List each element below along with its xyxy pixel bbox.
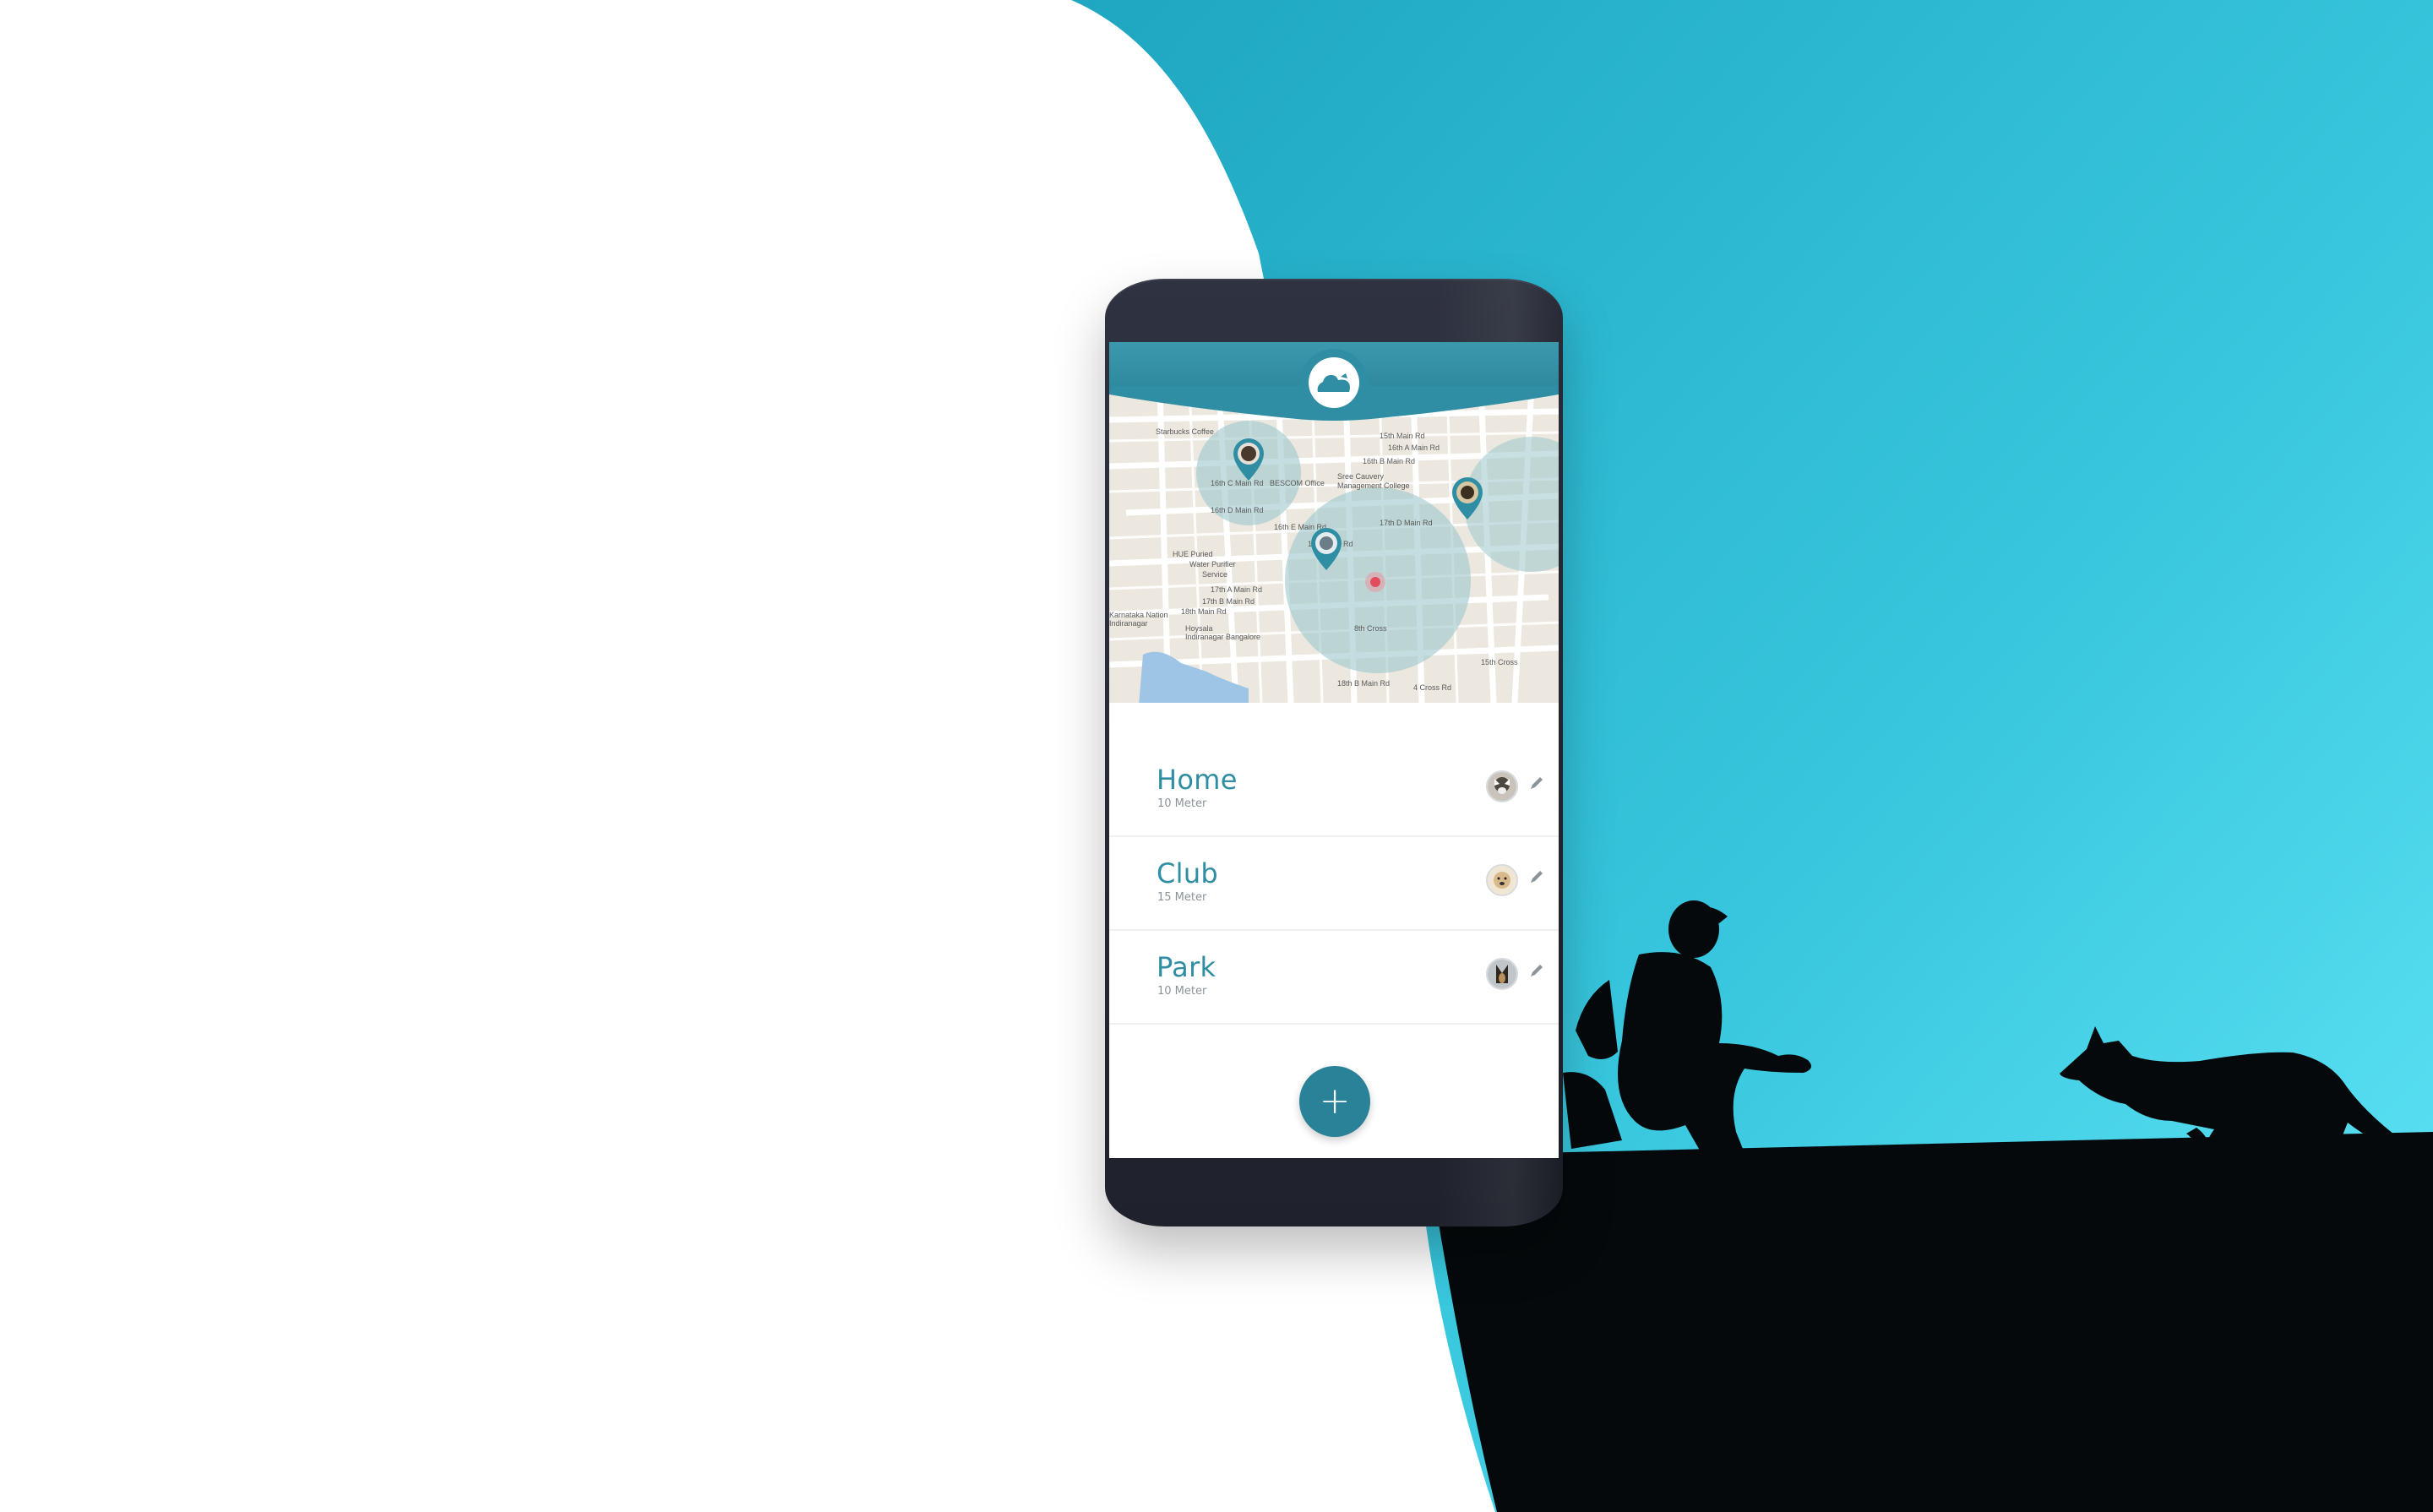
- svg-text:Service: Service: [1202, 570, 1227, 579]
- svg-text:Water Purifier: Water Purifier: [1189, 560, 1236, 568]
- svg-text:17th A Main Rd: 17th A Main Rd: [1211, 585, 1262, 594]
- svg-text:18th Main Rd: 18th Main Rd: [1181, 607, 1227, 616]
- svg-text:18th B Main Rd: 18th B Main Rd: [1337, 679, 1390, 688]
- dog-avatar-icon: [1486, 958, 1518, 990]
- svg-text:17th D Main Rd: 17th D Main Rd: [1380, 519, 1433, 527]
- svg-text:Sree Cauvery: Sree Cauvery: [1337, 472, 1385, 481]
- svg-text:Indiranagar: Indiranagar: [1109, 619, 1148, 628]
- zone-name: Club: [1157, 857, 1219, 889]
- svg-text:16th D Main Rd: 16th D Main Rd: [1211, 506, 1264, 514]
- pencil-icon[interactable]: [1527, 867, 1547, 888]
- svg-text:BESCOM Office: BESCOM Office: [1270, 479, 1325, 487]
- svg-text:4 Cross Rd: 4 Cross Rd: [1413, 683, 1451, 692]
- zone-distance: 10 Meter: [1157, 985, 1207, 998]
- app-screen: 2nd A Main Rd Starbucks Coffee 15th Main…: [1109, 342, 1559, 1158]
- plus-icon: +: [1319, 1080, 1351, 1123]
- dog-lying-icon: [1309, 357, 1359, 408]
- zone-name: Home: [1157, 764, 1238, 796]
- svg-text:16th E Main Rd: 16th E Main Rd: [1274, 523, 1326, 531]
- svg-text:Karnataka Nation: Karnataka Nation: [1109, 611, 1168, 619]
- svg-text:16th B Main Rd: 16th B Main Rd: [1363, 457, 1415, 465]
- svg-text:17th B Main Rd: 17th B Main Rd: [1202, 597, 1255, 606]
- add-zone-button[interactable]: +: [1299, 1066, 1370, 1137]
- zone-distance: 10 Meter: [1157, 797, 1207, 810]
- pencil-icon[interactable]: [1527, 961, 1547, 982]
- svg-text:HUE Puried: HUE Puried: [1173, 550, 1213, 558]
- dog-avatar-icon: [1486, 864, 1518, 896]
- dog-avatar-icon: [1486, 770, 1518, 802]
- svg-text:Hoysala: Hoysala: [1185, 624, 1213, 633]
- ground-silhouette: [1428, 1132, 2433, 1512]
- svg-text:15th Cross: 15th Cross: [1481, 658, 1518, 666]
- zone-list: Home 10 Meter Club 15 Meter Park 10 Mete…: [1109, 743, 1559, 1025]
- zone-name: Park: [1157, 951, 1216, 983]
- svg-text:Management College: Management College: [1337, 481, 1410, 490]
- app-logo[interactable]: [1300, 349, 1368, 416]
- zone-item-club[interactable]: Club 15 Meter: [1109, 837, 1559, 931]
- pencil-icon[interactable]: [1527, 774, 1547, 794]
- svg-text:Indiranagar Bangalore: Indiranagar Bangalore: [1185, 633, 1260, 641]
- zone-distance: 15 Meter: [1157, 891, 1207, 904]
- svg-text:16th C Main Rd: 16th C Main Rd: [1211, 479, 1264, 487]
- zone-item-home[interactable]: Home 10 Meter: [1109, 743, 1559, 837]
- zone-item-park[interactable]: Park 10 Meter: [1109, 931, 1559, 1025]
- current-location-marker: [1365, 572, 1385, 592]
- svg-text:8th Cross: 8th Cross: [1354, 624, 1387, 633]
- phone-mockup: 2nd A Main Rd Starbucks Coffee 15th Main…: [1105, 279, 1563, 1226]
- svg-text:16th A Main Rd: 16th A Main Rd: [1388, 443, 1440, 452]
